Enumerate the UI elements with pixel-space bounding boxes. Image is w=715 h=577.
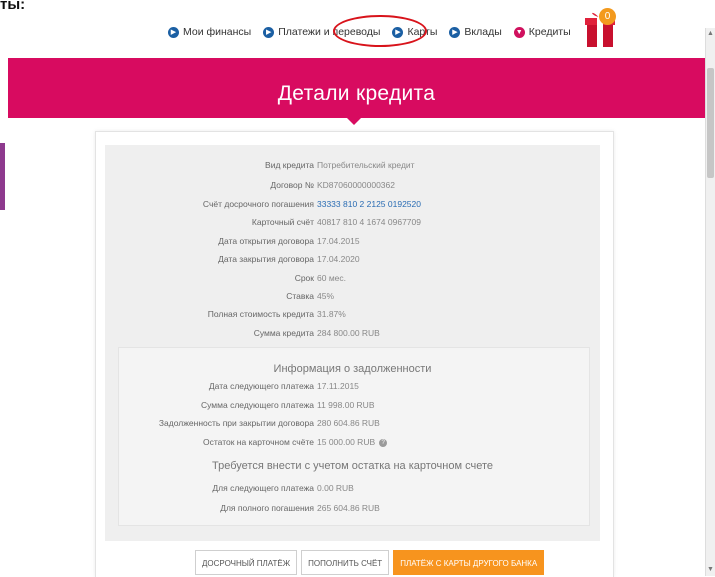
nav-item-credits[interactable]: ▼ Кредиты: [513, 26, 571, 38]
page-header-banner: Детали кредита: [8, 58, 705, 118]
top-up-account-button[interactable]: ПОПОЛНИТЬ СЧЁТ: [301, 550, 390, 575]
detail-value: 0.00 RUB: [317, 483, 354, 493]
required-row: Для следующего платежа 0.00 RUB: [105, 479, 600, 497]
scroll-down-icon[interactable]: ▼: [706, 564, 715, 576]
scroll-up-icon[interactable]: ▲: [706, 28, 715, 40]
nav-item-label: Кредиты: [528, 26, 571, 38]
card-balance-value: 15 000.00 RUB: [317, 437, 376, 447]
detail-label: Сумма следующего платежа: [201, 400, 314, 410]
red-annotation-circle: [333, 15, 427, 47]
detail-value: 265 604.86 RUB: [317, 503, 380, 513]
cropped-heading-fragment: ты:: [0, 0, 26, 13]
nav-item-my-finances[interactable]: ▶ Мои финансы: [168, 26, 251, 38]
detail-label: Для следующего платежа: [212, 483, 314, 493]
early-payment-button[interactable]: ДОСРОЧНЫЙ ПЛАТЁЖ: [195, 550, 298, 575]
debt-row: Задолженность при закрытии договора 280 …: [105, 414, 600, 432]
chevron-circle-icon: ▼: [513, 26, 525, 38]
notification-badge: 0: [599, 8, 616, 25]
side-tab[interactable]: [0, 143, 5, 210]
detail-label: Остаток на карточном счёте: [203, 437, 314, 447]
help-icon[interactable]: ?: [379, 438, 388, 447]
detail-label: Дата следующего платежа: [208, 381, 314, 391]
debt-row: Сумма следующего платежа 11 998.00 RUB: [105, 396, 600, 414]
page-title: Детали кредита: [277, 82, 436, 105]
detail-value: 11 998.00 RUB: [317, 400, 375, 410]
detail-value: 280 604.86 RUB: [317, 418, 380, 428]
detail-value: 15 000.00 RUB?: [317, 433, 388, 451]
arrow-circle-icon: ▶: [168, 26, 179, 38]
other-bank-card-payment-button[interactable]: ПЛАТЁЖ С КАРТЫ ДРУГОГО БАНКА: [393, 550, 545, 575]
nav-item-label: Вклады: [464, 26, 502, 38]
debt-section-title: Информация о задолженности: [273, 363, 432, 375]
nav-item-deposits[interactable]: ▶ Вклады: [449, 26, 502, 38]
arrow-circle-icon: ▶: [449, 26, 461, 38]
detail-value: 17.11.2015: [317, 381, 359, 391]
detail-label: Для полного погашения: [220, 503, 314, 513]
debt-row: Остаток на карточном счёте 15 000.00 RUB…: [105, 433, 600, 451]
required-section-title: Требуется внести с учетом остатка на кар…: [212, 460, 493, 472]
required-row: Для полного погашения 265 604.86 RUB: [105, 499, 600, 517]
vertical-scrollbar[interactable]: ▲ ▼: [705, 28, 715, 576]
scroll-thumb[interactable]: [707, 68, 714, 178]
action-buttons: ДОСРОЧНЫЙ ПЛАТЁЖ ПОПОЛНИТЬ СЧЁТ ПЛАТЁЖ С…: [195, 550, 545, 575]
arrow-circle-icon: ▶: [263, 26, 275, 38]
debt-row: Дата следующего платежа 17.11.2015: [105, 377, 600, 395]
debt-info-content: Информация о задолженности Дата следующе…: [105, 145, 600, 541]
banner-pointer: [346, 117, 362, 125]
nav-item-label: Мои финансы: [183, 26, 252, 38]
detail-label: Задолженность при закрытии договора: [158, 418, 314, 428]
